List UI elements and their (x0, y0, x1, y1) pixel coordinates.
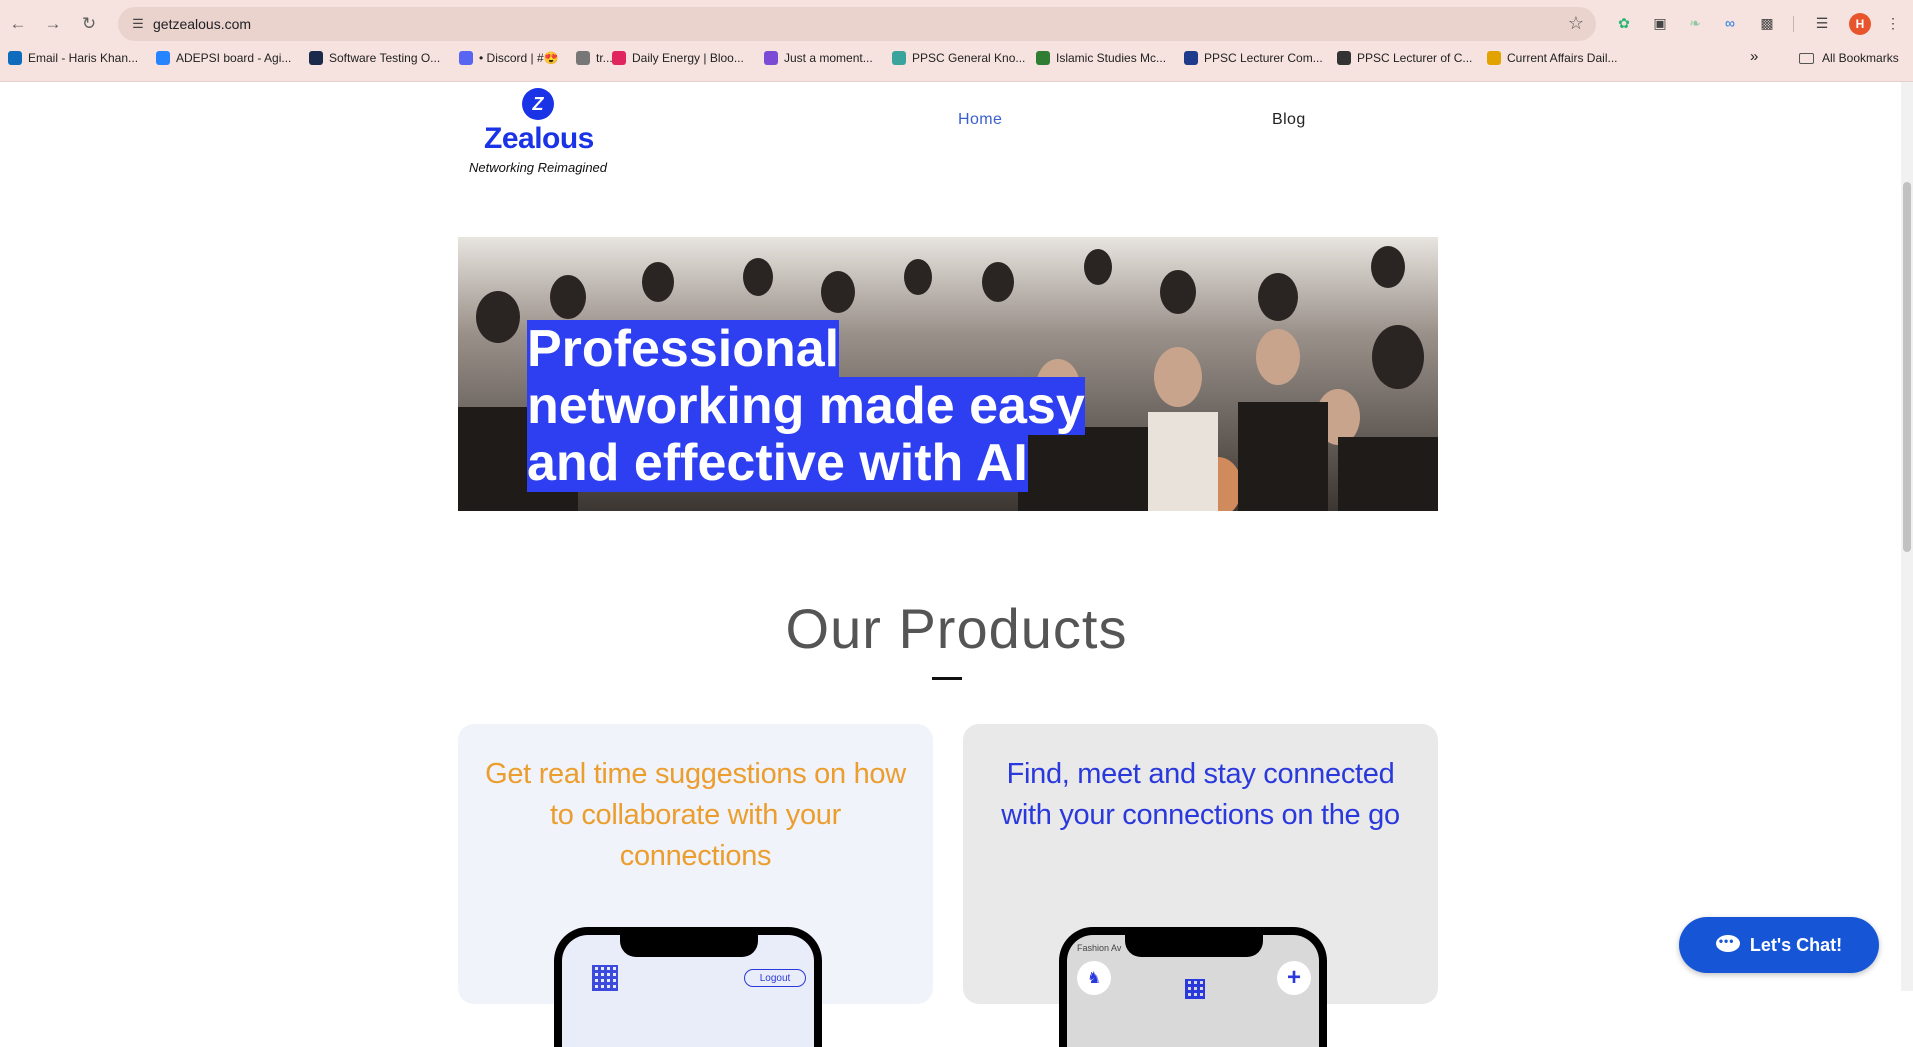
bookmark-item[interactable]: tr... (576, 51, 613, 65)
bookmark-label: Daily Energy | Bloo... (632, 51, 744, 65)
extension-infinity-icon[interactable]: ∞ (1719, 12, 1741, 34)
phone-mockup: Fashion Av ♞ + (1059, 927, 1327, 1047)
bookmark-label: Software Testing O... (329, 51, 441, 65)
bookmark-favicon-icon (1487, 51, 1501, 65)
phone-notch (1125, 933, 1263, 957)
site-settings-icon[interactable]: ☰ (126, 12, 150, 36)
web-page (0, 82, 1913, 991)
bookmark-item[interactable]: Email - Haris Khan... (8, 51, 138, 65)
reload-icon[interactable]: ↻ (77, 12, 101, 36)
all-bookmarks-label: All Bookmarks (1822, 51, 1899, 65)
product-card-suggestions[interactable]: Get real time suggestions on how to coll… (458, 724, 933, 1047)
product-card-text: Find, meet and stay connected with your … (1001, 758, 1400, 831)
folder-icon (1799, 52, 1814, 64)
bookmark-label: PPSC Lecturer Com... (1204, 51, 1323, 65)
back-icon[interactable]: ← (6, 12, 30, 36)
all-bookmarks-button[interactable]: All Bookmarks (1799, 51, 1899, 65)
site-logo[interactable]: Z Zealous Networking Reimagined (466, 88, 616, 178)
bookmark-favicon-icon (1337, 51, 1351, 65)
bookmark-label: Current Affairs Dail... (1507, 51, 1618, 65)
menu-kebab-icon[interactable]: ⋮ (1882, 12, 1904, 34)
scrollbar-thumb[interactable] (1903, 182, 1911, 552)
bookmark-item[interactable]: PPSC General Kno... (892, 51, 1025, 65)
bookmark-label: Just a moment... (784, 51, 873, 65)
bookmark-label: ADEPSI board - Agi... (176, 51, 292, 65)
bookmark-favicon-icon (459, 51, 473, 65)
bookmark-star-icon[interactable]: ☆ (1568, 13, 1584, 34)
hero-title: Professional networking made easy and ef… (527, 320, 1085, 492)
bookmark-favicon-icon (8, 51, 22, 65)
bookmark-label: PPSC General Kno... (912, 51, 1026, 65)
bookmark-favicon-icon (309, 51, 323, 65)
extension-icon[interactable]: ✿ (1613, 12, 1635, 34)
bookmark-item[interactable]: Just a moment... (764, 51, 873, 65)
title-underline (932, 677, 962, 680)
chat-bubble-icon (1715, 934, 1740, 955)
product-card-text: Get real time suggestions on how to coll… (485, 758, 906, 872)
bookmark-item[interactable]: Daily Energy | Bloo... (612, 51, 744, 65)
bookmark-label: • Discord | #😍 (479, 51, 559, 65)
bookmark-label: Email - Haris Khan... (28, 51, 139, 65)
products-title: Our Products (785, 597, 1128, 660)
lets-chat-button[interactable]: Let's Chat! (1679, 917, 1879, 973)
person-pin-icon: ♞ (1077, 961, 1111, 995)
bookmark-favicon-icon (576, 51, 590, 65)
logo-tagline: Networking Reimagined (469, 160, 608, 175)
product-card-connections[interactable]: Find, meet and stay connected with your … (963, 724, 1438, 1047)
bookmarks-bar: » All Bookmarks Email - Haris Khan... ADE… (0, 48, 1913, 72)
forward-icon[interactable]: → (41, 12, 65, 36)
bookmark-item[interactable]: Islamic Studies Mc... (1036, 51, 1166, 65)
map-street-label: Fashion Av (1077, 943, 1122, 953)
url-text[interactable]: getzealous.com (153, 16, 251, 32)
bookmark-item[interactable]: • Discord | #😍 (459, 51, 559, 65)
bookmark-item[interactable]: Software Testing O... (309, 51, 440, 65)
extension-leaf-icon[interactable]: ❧ (1684, 12, 1706, 34)
address-bar[interactable]: ☰ getzealous.com ☆ (118, 7, 1596, 41)
bookmark-favicon-icon (1036, 51, 1050, 65)
bookmark-favicon-icon (892, 51, 906, 65)
logo-text: Zealous (484, 122, 594, 155)
bookmark-label: PPSC Lecturer of C... (1357, 51, 1473, 65)
logo-mark: Z (522, 88, 554, 120)
toolbar-divider (1793, 16, 1794, 32)
chat-button-label: Let's Chat! (1749, 934, 1843, 955)
media-queue-icon[interactable]: ☰ (1811, 12, 1833, 34)
phone-notch (620, 933, 758, 957)
bookmark-favicon-icon (612, 51, 626, 65)
bookmark-favicon-icon (156, 51, 170, 65)
phone-mockup: Logout (554, 927, 822, 1047)
profile-avatar[interactable]: H (1849, 13, 1871, 35)
nav-blog-link[interactable]: Blog (1272, 111, 1306, 129)
nav-home-link[interactable]: Home (958, 111, 1002, 129)
page-scrollbar[interactable] (1901, 82, 1913, 991)
bookmark-favicon-icon (764, 51, 778, 65)
bookmark-item[interactable]: PPSC Lecturer of C... (1337, 51, 1472, 65)
bookmark-label: Islamic Studies Mc... (1056, 51, 1167, 65)
bookmark-item[interactable]: PPSC Lecturer Com... (1184, 51, 1323, 65)
browser-toolbar: ← → ↻ ☰ getzealous.com ☆ ✿ ▣ ❧ ∞ ▩ ☰ H ⋮ (0, 0, 1913, 48)
bookmark-item[interactable]: ADEPSI board - Agi... (156, 51, 291, 65)
bookmark-favicon-icon (1184, 51, 1198, 65)
logout-button: Logout (744, 969, 806, 987)
bookmark-item[interactable]: Current Affairs Dail... (1487, 51, 1617, 65)
bookmark-label: tr... (596, 51, 613, 65)
browser-chrome: ← → ↻ ☰ getzealous.com ☆ ✿ ▣ ❧ ∞ ▩ ☰ H ⋮… (0, 0, 1913, 82)
qr-code-icon (1185, 979, 1205, 999)
more-bookmarks-icon[interactable]: » (1750, 48, 1758, 65)
picture-in-picture-icon[interactable]: ▣ (1649, 12, 1671, 34)
plus-icon: + (1277, 961, 1311, 995)
extensions-puzzle-icon[interactable]: ▩ (1756, 12, 1778, 34)
qr-code-icon (592, 965, 618, 991)
